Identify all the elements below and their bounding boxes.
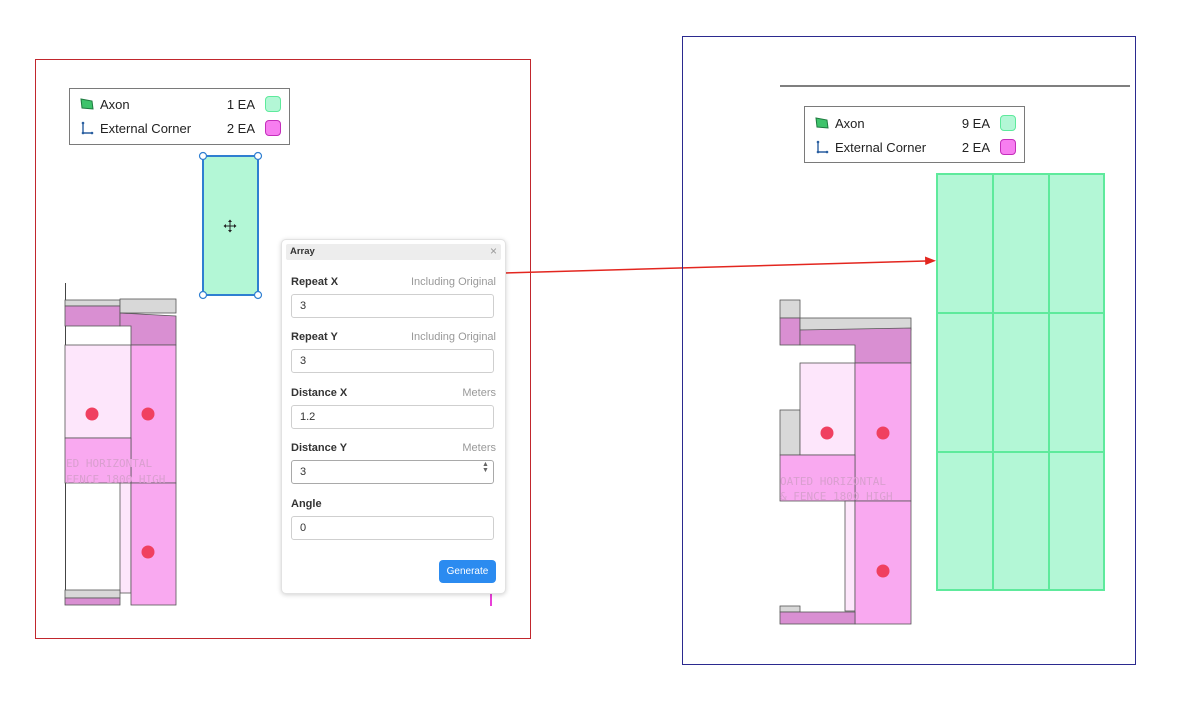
axon-area-icon bbox=[815, 117, 829, 129]
generated-axon-array bbox=[936, 173, 1105, 591]
axon-cell[interactable] bbox=[936, 451, 994, 591]
legend-swatch-axon bbox=[1000, 115, 1016, 131]
legend-count: 2 EA bbox=[961, 139, 990, 155]
axon-cell[interactable] bbox=[936, 312, 994, 453]
after-drawing-note-2: & FENCE 1800 HIGH bbox=[780, 490, 893, 503]
after-building-geometry bbox=[779, 299, 912, 625]
axon-cell[interactable] bbox=[992, 312, 1050, 453]
axon-cell[interactable] bbox=[992, 451, 1050, 591]
after-legend: Axon 9 EA External Corner 2 EA bbox=[804, 106, 1025, 163]
axon-cell[interactable] bbox=[1048, 173, 1105, 314]
legend-name: Axon bbox=[835, 115, 865, 131]
legend-name: External Corner bbox=[835, 139, 927, 155]
legend-count: 9 EA bbox=[961, 115, 990, 131]
axon-cell[interactable] bbox=[992, 173, 1050, 314]
legend-swatch-external-corner bbox=[1000, 139, 1016, 155]
external-corner-icon bbox=[816, 140, 829, 154]
axon-cell[interactable] bbox=[936, 173, 994, 314]
axon-cell[interactable] bbox=[1048, 451, 1105, 591]
legend-row-external-corner: External Corner 2 EA bbox=[815, 136, 1016, 158]
after-drawing-note-1: OATED HORIZONTAL bbox=[780, 475, 886, 488]
axon-cell[interactable] bbox=[1048, 312, 1105, 453]
legend-row-axon: Axon 9 EA bbox=[815, 112, 1016, 134]
